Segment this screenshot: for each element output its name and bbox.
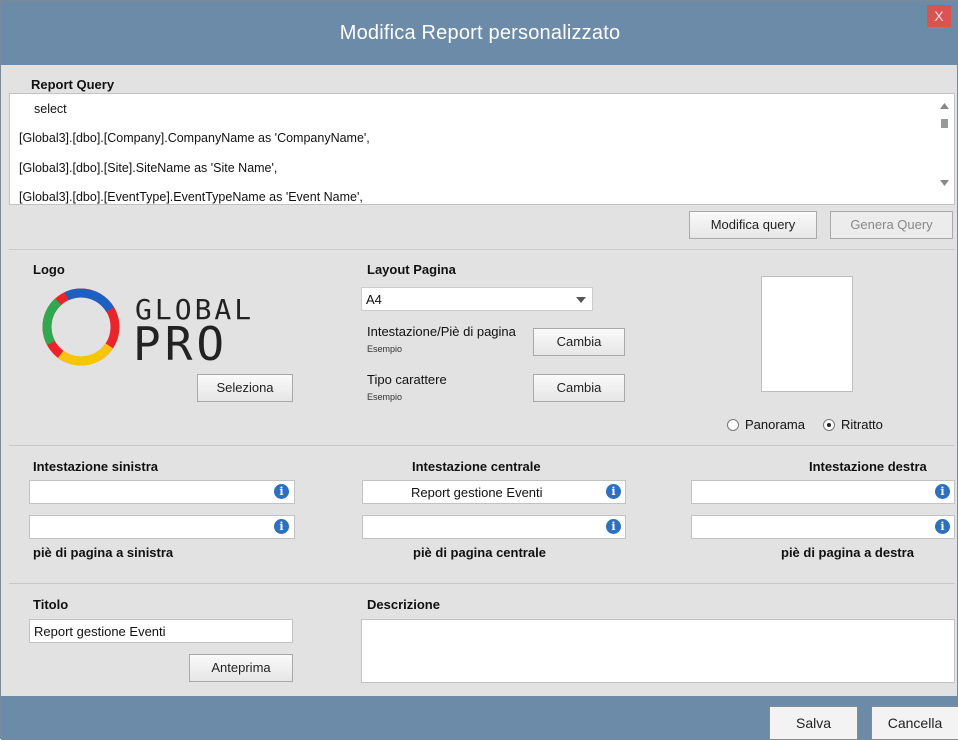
portrait-radio[interactable] — [823, 419, 835, 431]
chevron-down-icon — [576, 297, 586, 303]
footer-left-label: piè di pagina a sinistra — [33, 545, 174, 560]
font-label: Tipo carattere — [367, 372, 447, 387]
title-label: Titolo — [33, 597, 69, 612]
header-center-label: Intestazione centrale — [412, 459, 541, 474]
info-icon[interactable]: i — [935, 519, 950, 534]
page-preview — [761, 276, 853, 392]
layout-label: Layout Pagina — [367, 262, 456, 277]
query-line: [Global3].[dbo].[EventType].EventTypeNam… — [19, 190, 363, 204]
landscape-label: Panorama — [745, 417, 805, 432]
save-button[interactable]: Salva — [769, 706, 858, 740]
query-line: select — [34, 102, 67, 116]
description-label: Descrizione — [367, 597, 440, 612]
footer-right-label: piè di pagina a destra — [781, 545, 914, 560]
header-right-label: Intestazione destra — [809, 459, 927, 474]
footer-left-input[interactable] — [29, 515, 295, 539]
info-icon[interactable]: i — [274, 484, 289, 499]
button-bar: Salva Cancella — [1, 696, 958, 740]
select-logo-button[interactable]: Seleziona — [197, 374, 293, 402]
footer-center-input[interactable] — [362, 515, 626, 539]
landscape-radio[interactable] — [727, 419, 739, 431]
header-left-input[interactable] — [29, 480, 295, 504]
header-footer-label: Intestazione/Piè di pagina — [367, 324, 516, 339]
divider — [9, 249, 955, 250]
cancel-button[interactable]: Cancella — [871, 706, 958, 740]
info-icon[interactable]: i — [606, 519, 621, 534]
ring-logo-icon — [42, 288, 120, 366]
change-header-footer-button[interactable]: Cambia — [533, 328, 625, 356]
header-footer-example: Esempio — [367, 344, 403, 354]
query-textarea[interactable]: select [Global3].[dbo].[Company].Company… — [9, 93, 955, 205]
scroll-arrows-icon — [940, 103, 949, 186]
preview-button[interactable]: Anteprima — [189, 654, 293, 682]
portrait-label: Ritratto — [841, 417, 883, 432]
logo-label: Logo — [33, 262, 65, 277]
change-font-button[interactable]: Cambia — [533, 374, 625, 402]
modify-query-button[interactable]: Modifica query — [689, 211, 817, 239]
title-bar: Modifica Report personalizzato X — [1, 1, 958, 65]
logo-image: GLOBAL PRO — [35, 283, 280, 371]
query-label: Report Query — [31, 77, 115, 92]
page-size-select[interactable]: A4 — [361, 287, 593, 311]
dialog-title: Modifica Report personalizzato — [339, 22, 621, 44]
generate-query-button[interactable]: Genera Query — [830, 211, 953, 239]
dialog-content: Report Query select [Global3].[dbo].[Com… — [9, 65, 955, 696]
info-icon[interactable]: i — [935, 484, 950, 499]
query-line: [Global3].[dbo].[Site].SiteName as 'Site… — [19, 161, 278, 175]
footer-center-label: piè di pagina centrale — [413, 545, 546, 560]
header-right-input[interactable] — [691, 480, 955, 504]
close-button[interactable]: X — [927, 5, 951, 27]
header-center-input[interactable]: Report gestione Eventi — [362, 480, 626, 504]
divider — [9, 445, 955, 446]
title-input[interactable]: Report gestione Eventi — [29, 619, 293, 643]
font-example: Esempio — [367, 392, 403, 402]
query-line: [Global3].[dbo].[Company].CompanyName as… — [19, 131, 370, 145]
info-icon[interactable]: i — [274, 519, 289, 534]
page-size-value: A4 — [366, 292, 382, 307]
info-icon[interactable]: i — [606, 484, 621, 499]
brand-text-pro: PRO — [133, 317, 229, 371]
description-textarea[interactable] — [361, 619, 955, 683]
footer-right-input[interactable] — [691, 515, 955, 539]
header-left-label: Intestazione sinistra — [33, 459, 158, 474]
query-scrollbar[interactable] — [935, 94, 954, 204]
dialog-window: Modifica Report personalizzato X Report … — [0, 0, 958, 740]
divider — [9, 583, 955, 584]
